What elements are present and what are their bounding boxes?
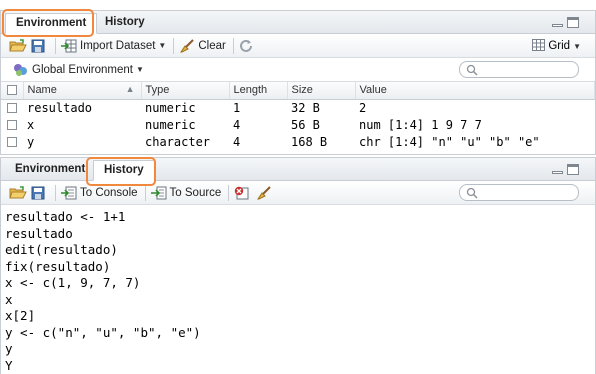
refresh-icon[interactable] bbox=[239, 39, 255, 53]
column-header-type[interactable]: Type bbox=[141, 82, 230, 100]
variable-name: y bbox=[27, 134, 35, 149]
variable-name: x bbox=[27, 117, 35, 132]
open-folder-icon[interactable] bbox=[9, 185, 27, 200]
import-dataset-icon bbox=[61, 39, 77, 53]
history-entry[interactable]: Y bbox=[5, 358, 595, 374]
history-entry[interactable]: y bbox=[5, 341, 595, 358]
save-icon[interactable] bbox=[31, 186, 47, 200]
sort-ascending-icon: ▲ bbox=[125, 84, 135, 95]
tab-environment[interactable]: Environment bbox=[5, 160, 95, 181]
import-dataset-button[interactable]: Import Dataset ▼ bbox=[61, 39, 166, 53]
variable-size: 56 B bbox=[291, 117, 320, 132]
variable-length: 1 bbox=[233, 100, 241, 115]
history-toolbar: To Console To Source bbox=[1, 181, 595, 205]
table-row[interactable]: y character 4 168 B chr [1:4] "n" "u" "b… bbox=[1, 133, 595, 150]
variable-value: 2 bbox=[359, 100, 367, 115]
history-entry[interactable]: x bbox=[5, 292, 595, 309]
grid-view-button[interactable]: Grid ▼ bbox=[532, 39, 581, 53]
pane-window-controls bbox=[552, 17, 579, 28]
environment-toolbar: Import Dataset ▼ Clear Grid ▼ bbox=[1, 34, 595, 58]
environment-selector[interactable]: Global Environment ▼ bbox=[13, 63, 144, 77]
to-console-button[interactable]: To Console bbox=[61, 186, 138, 200]
history-entry[interactable]: x[2] bbox=[5, 308, 595, 325]
column-header-name[interactable]: Name ▲ bbox=[23, 82, 142, 100]
column-header-length[interactable]: Length bbox=[229, 82, 288, 100]
toolbar-separator bbox=[144, 184, 146, 201]
minimize-icon[interactable] bbox=[552, 24, 563, 27]
broom-icon bbox=[179, 38, 195, 53]
to-console-icon bbox=[61, 186, 77, 200]
import-dataset-label: Import Dataset bbox=[80, 39, 156, 52]
variable-value: num [1:4] 1 9 7 7 bbox=[359, 117, 482, 132]
broom-icon[interactable] bbox=[256, 185, 272, 200]
history-pane-tabbar: Environment History bbox=[1, 158, 595, 181]
environment-pane-tabbar: Environment History bbox=[1, 11, 595, 34]
search-icon bbox=[466, 64, 478, 76]
to-source-icon bbox=[150, 186, 167, 200]
clear-button[interactable]: Clear bbox=[179, 38, 226, 53]
chevron-down-icon: ▼ bbox=[573, 41, 581, 51]
grid-icon bbox=[532, 39, 546, 53]
to-source-button[interactable]: To Source bbox=[150, 186, 222, 200]
minimize-icon[interactable] bbox=[552, 171, 563, 174]
clear-label: Clear bbox=[198, 39, 226, 52]
toolbar-separator bbox=[55, 37, 56, 54]
tab-history[interactable]: History bbox=[95, 13, 155, 34]
variable-length: 4 bbox=[233, 117, 241, 132]
tab-history[interactable]: History bbox=[93, 160, 155, 181]
history-entry[interactable]: x <- c(1, 9, 7, 7) bbox=[5, 275, 595, 292]
select-all-column bbox=[1, 82, 24, 100]
search-icon bbox=[466, 187, 478, 199]
tab-environment[interactable]: Environment bbox=[5, 13, 98, 34]
toolbar-separator bbox=[228, 184, 230, 201]
variable-type: numeric bbox=[145, 100, 196, 115]
to-source-label: To Source bbox=[169, 186, 222, 199]
variable-name: resultado bbox=[27, 100, 93, 115]
history-entry[interactable]: fix(resultado) bbox=[5, 259, 595, 276]
history-entry[interactable]: y <- c("n", "u", "b", "e") bbox=[5, 325, 595, 342]
variable-type: character bbox=[145, 134, 211, 149]
table-header-row: Name ▲ Type Length Size Value bbox=[1, 82, 595, 100]
toolbar-separator bbox=[173, 37, 175, 54]
history-entry[interactable]: resultado <- 1+1 bbox=[5, 209, 595, 226]
delete-entry-icon[interactable] bbox=[234, 186, 250, 200]
grid-label: Grid bbox=[548, 40, 571, 52]
variable-value: chr [1:4] "n" "u" "b" "e" bbox=[359, 134, 540, 149]
to-console-label: To Console bbox=[80, 186, 138, 199]
history-entry[interactable]: edit(resultado) bbox=[5, 242, 595, 259]
table-row[interactable]: resultado numeric 1 32 B 2 bbox=[1, 99, 595, 116]
select-all-checkbox[interactable] bbox=[7, 85, 17, 96]
variable-size: 168 B bbox=[291, 134, 328, 149]
chevron-down-icon: ▼ bbox=[136, 65, 144, 74]
toolbar-separator bbox=[55, 184, 56, 201]
column-name-label: Name bbox=[27, 84, 57, 97]
history-list: resultado <- 1+1 resultado edit(resultad… bbox=[1, 205, 595, 374]
environment-pane: Environment History Import Dataset ▼ Cle… bbox=[0, 10, 596, 155]
row-checkbox[interactable] bbox=[7, 103, 17, 114]
open-folder-icon[interactable] bbox=[9, 38, 27, 53]
environment-selector-bar: Global Environment ▼ bbox=[1, 58, 595, 82]
maximize-icon[interactable] bbox=[567, 17, 579, 28]
maximize-icon[interactable] bbox=[567, 164, 579, 175]
row-checkbox[interactable] bbox=[7, 120, 17, 130]
history-entry[interactable]: resultado bbox=[5, 226, 595, 243]
toolbar-separator bbox=[232, 37, 234, 54]
chevron-down-icon: ▼ bbox=[158, 41, 167, 50]
column-header-size[interactable]: Size bbox=[287, 82, 356, 100]
row-checkbox[interactable] bbox=[7, 137, 17, 147]
r-environment-icon bbox=[13, 63, 29, 77]
variable-type: numeric bbox=[145, 117, 196, 132]
pane-window-controls bbox=[552, 164, 579, 175]
variables-table: Name ▲ Type Length Size Value resultado n… bbox=[1, 82, 595, 150]
save-icon[interactable] bbox=[31, 39, 47, 53]
variable-length: 4 bbox=[233, 134, 241, 149]
environment-search-input[interactable] bbox=[459, 61, 579, 78]
history-search-input[interactable] bbox=[459, 184, 579, 201]
variable-size: 32 B bbox=[291, 100, 320, 115]
environment-selector-label: Global Environment bbox=[32, 63, 133, 76]
column-header-value[interactable]: Value bbox=[355, 82, 595, 100]
table-row[interactable]: x numeric 4 56 B num [1:4] 1 9 7 7 bbox=[1, 116, 595, 133]
history-pane: Environment History To Console To Source bbox=[0, 157, 596, 374]
